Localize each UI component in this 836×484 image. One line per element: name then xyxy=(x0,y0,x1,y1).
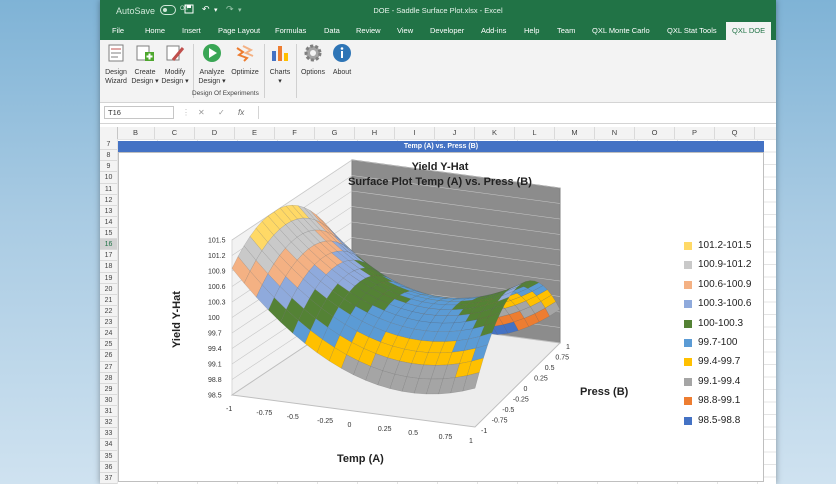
legend-swatch xyxy=(684,261,692,270)
y-tick-label: 0.75 xyxy=(555,355,569,362)
z-tick-label: 99.7 xyxy=(208,331,222,338)
legend-swatch xyxy=(684,377,692,386)
chart-title: Yield Y-Hat xyxy=(411,161,469,173)
x-tick-label: -0.25 xyxy=(317,418,333,425)
legend-label: 100-100.3 xyxy=(698,317,744,329)
x-tick-label: -0.5 xyxy=(287,414,299,421)
z-tick-label: 99.1 xyxy=(208,362,222,369)
legend-swatch xyxy=(684,319,692,328)
legend-swatch xyxy=(684,280,692,289)
z-tick-label: 100.9 xyxy=(208,269,226,276)
x-tick-label: -0.75 xyxy=(256,410,272,417)
legend-swatch xyxy=(684,300,692,309)
legend-label: 100.9-101.2 xyxy=(698,259,752,271)
z-tick-label: 100.3 xyxy=(208,300,226,307)
x-axis-title: Temp (A) xyxy=(337,453,384,465)
y-tick-label: 1 xyxy=(566,344,570,351)
x-tick-label: 0 xyxy=(348,422,352,429)
y-tick-label: -0.25 xyxy=(513,397,529,404)
legend-swatch xyxy=(684,338,692,347)
legend-swatch xyxy=(684,358,692,367)
legend-label: 99.4-99.7 xyxy=(698,356,741,368)
x-tick-label: 0.75 xyxy=(439,434,453,441)
y-tick-label: 0.25 xyxy=(534,376,548,383)
x-tick-label: -1 xyxy=(226,406,232,413)
y-tick-label: 0 xyxy=(524,386,528,393)
x-tick-label: 0.5 xyxy=(408,430,418,437)
legend-label: 100.6-100.9 xyxy=(698,278,752,290)
z-tick-label: 98.5 xyxy=(208,393,222,400)
z-tick-label: 100.6 xyxy=(208,284,226,291)
legend-label: 101.2-101.5 xyxy=(698,240,752,251)
y-tick-label: -0.75 xyxy=(492,418,508,425)
z-tick-label: 101.2 xyxy=(208,253,226,260)
z-tick-label: 98.8 xyxy=(208,377,222,384)
legend-label: 99.1-99.4 xyxy=(698,375,741,387)
x-tick-label: 1 xyxy=(469,438,473,445)
legend-swatch xyxy=(684,242,692,250)
chart-subtitle: Surface Plot Temp (A) vs. Press (B) xyxy=(348,176,532,188)
y-tick-label: 0.5 xyxy=(545,365,555,372)
legend-label: 99.7-100 xyxy=(698,336,738,348)
z-axis-title: Yield Y-Hat xyxy=(171,291,183,348)
z-tick-label: 100 xyxy=(208,315,220,322)
z-tick-label: 99.4 xyxy=(208,346,222,353)
legend-label: 100.3-100.6 xyxy=(698,298,752,310)
y-axis-title: Press (B) xyxy=(580,386,629,398)
legend-swatch xyxy=(684,416,692,425)
y-tick-label: -0.5 xyxy=(502,407,514,414)
y-tick-label: -1 xyxy=(481,428,487,435)
legend-swatch xyxy=(684,397,692,406)
z-tick-label: 101.5 xyxy=(208,238,226,245)
x-tick-label: 0.25 xyxy=(378,426,392,433)
legend-label: 98.8-99.1 xyxy=(698,395,741,407)
legend-label: 98.5-98.8 xyxy=(698,414,741,426)
